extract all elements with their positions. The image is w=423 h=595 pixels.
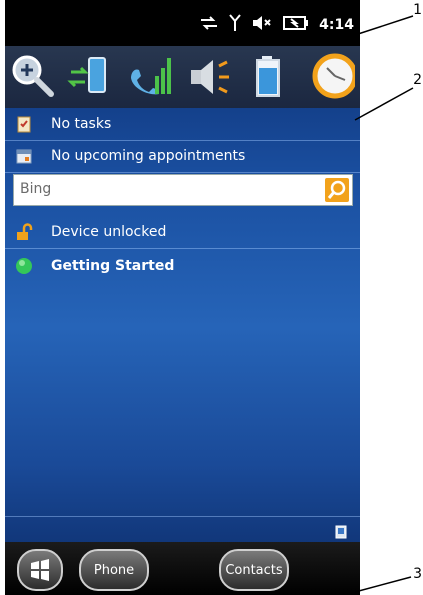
getting-started-icon bbox=[16, 258, 32, 274]
battery-icon[interactable] bbox=[245, 52, 293, 100]
search-placeholder[interactable]: Bing bbox=[20, 181, 51, 197]
unlock-icon bbox=[17, 223, 33, 240]
appointments-label: No upcoming appointments bbox=[51, 148, 246, 164]
tasks-label: No tasks bbox=[51, 116, 112, 132]
clock-icon[interactable] bbox=[307, 52, 358, 100]
device-unlocked-row[interactable]: Device unlocked bbox=[5, 216, 360, 249]
bing-search-box[interactable]: Bing bbox=[13, 174, 353, 206]
quick-settings-toolbar bbox=[5, 46, 360, 108]
volume-icon[interactable] bbox=[185, 52, 233, 100]
data-connection-icon[interactable] bbox=[67, 52, 115, 100]
bottom-bar: Phone Contacts bbox=[5, 542, 360, 595]
status-bar: 4:14 bbox=[5, 0, 360, 46]
contacts-button[interactable]: Contacts bbox=[219, 549, 289, 591]
callout-3: 3 bbox=[413, 566, 422, 582]
device-unlocked-label: Device unlocked bbox=[51, 224, 167, 240]
search-icon bbox=[327, 180, 346, 199]
notification-icon[interactable] bbox=[335, 524, 347, 539]
getting-started-row[interactable]: Getting Started bbox=[5, 250, 360, 282]
signal-strength-icon[interactable] bbox=[125, 52, 173, 100]
windows-logo-icon bbox=[31, 559, 49, 581]
speaker-muted-icon[interactable] bbox=[251, 15, 273, 35]
device-screen: 4:14 No tasks No upcoming appointments B… bbox=[5, 0, 360, 595]
getting-started-label: Getting Started bbox=[51, 258, 175, 274]
start-button[interactable] bbox=[17, 549, 63, 591]
signal-antenna-icon[interactable] bbox=[229, 14, 241, 36]
tasks-icon bbox=[17, 116, 31, 133]
phone-button[interactable]: Phone bbox=[79, 549, 149, 591]
clock-time[interactable]: 4:14 bbox=[319, 17, 354, 33]
callout-2: 2 bbox=[413, 72, 422, 88]
appointments-row[interactable]: No upcoming appointments bbox=[5, 140, 360, 173]
search-button[interactable] bbox=[325, 178, 349, 202]
tasks-row[interactable]: No tasks bbox=[5, 108, 360, 141]
sync-icon[interactable] bbox=[199, 15, 219, 35]
callout-1: 1 bbox=[413, 2, 422, 18]
divider bbox=[5, 516, 360, 517]
zoom-icon[interactable] bbox=[9, 52, 57, 100]
calendar-icon bbox=[16, 149, 32, 164]
battery-charging-icon[interactable] bbox=[283, 15, 309, 35]
